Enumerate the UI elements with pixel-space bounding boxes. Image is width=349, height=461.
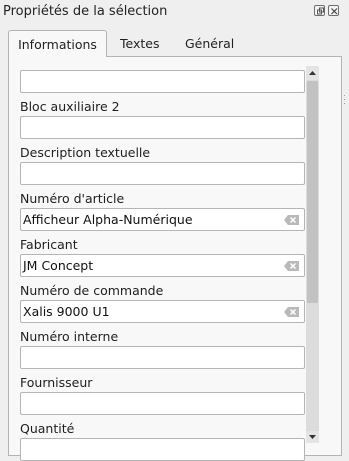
numero-commande-value: Xalis 9000 U1 <box>23 304 110 319</box>
tab-informations[interactable]: Informations <box>8 30 107 57</box>
fabricant-value: JM Concept <box>23 258 94 273</box>
top-field-input[interactable] <box>20 70 305 93</box>
tab-textes[interactable]: Textes <box>120 30 159 57</box>
fournisseur-label: Fournisseur <box>20 375 93 390</box>
bloc-auxiliaire-2-label: Bloc auxiliaire 2 <box>20 99 120 114</box>
vertical-scrollbar[interactable] <box>306 66 319 443</box>
scroll-down-arrow-icon[interactable] <box>306 431 319 443</box>
numero-interne-input[interactable] <box>20 346 305 369</box>
splitter-handle[interactable] <box>344 95 346 105</box>
scroll-up-arrow-icon[interactable] <box>306 66 319 80</box>
numero-interne-label: Numéro interne <box>20 329 119 344</box>
quantite-input[interactable] <box>20 438 305 461</box>
clear-icon[interactable] <box>284 261 299 271</box>
bloc-auxiliaire-2-input[interactable] <box>20 116 305 139</box>
fabricant-label: Fabricant <box>20 237 78 252</box>
clear-icon[interactable] <box>284 215 299 225</box>
float-icon[interactable] <box>314 5 325 16</box>
description-textuelle-label: Description textuelle <box>20 145 151 160</box>
numero-article-value: Afficheur Alpha-Numérique <box>23 212 193 227</box>
close-icon[interactable] <box>328 5 339 16</box>
fournisseur-input[interactable] <box>20 392 305 415</box>
tab-general[interactable]: Général <box>185 30 234 57</box>
description-textuelle-input[interactable] <box>20 162 305 185</box>
panel-title: Propriétés de la sélection <box>3 4 168 19</box>
fabricant-input[interactable]: JM Concept <box>20 254 305 277</box>
numero-article-input[interactable]: Afficheur Alpha-Numérique <box>20 208 305 231</box>
scrollbar-thumb[interactable] <box>307 81 318 303</box>
quantite-label: Quantité <box>20 421 75 436</box>
numero-commande-input[interactable]: Xalis 9000 U1 <box>20 300 305 323</box>
panel-titlebar: Propriétés de la sélection <box>0 0 349 24</box>
numero-article-label: Numéro d'article <box>20 191 125 206</box>
numero-commande-label: Numéro de commande <box>20 283 164 298</box>
clear-icon[interactable] <box>284 307 299 317</box>
